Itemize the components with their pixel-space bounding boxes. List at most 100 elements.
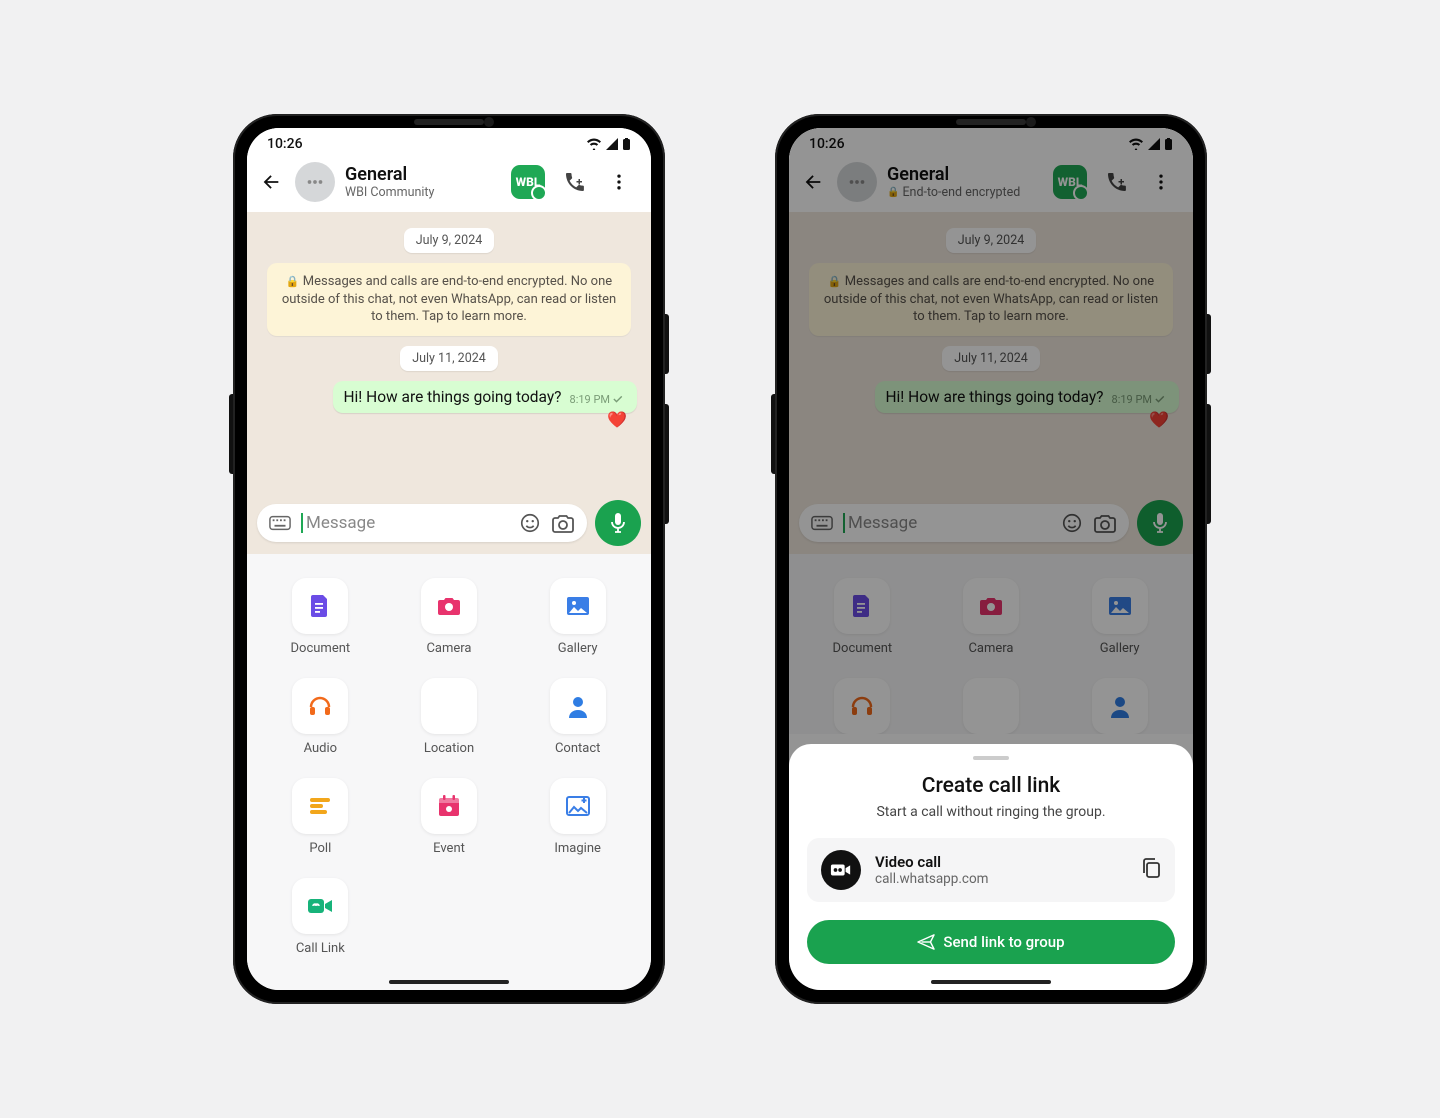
attach-imagine[interactable]: Imagine: [528, 778, 627, 856]
attach-tile: [1092, 678, 1148, 734]
attach-tile: [550, 678, 606, 734]
chat-header: General WBI Community WBL: [247, 156, 651, 212]
message-time: 8:19 PM: [570, 393, 627, 406]
attach-tile: [834, 678, 890, 734]
attach-gallery: Gallery: [1070, 578, 1169, 656]
call-button[interactable]: [561, 170, 589, 194]
status-icons: [586, 138, 631, 151]
link-icon: [821, 850, 861, 890]
attach-audio: Audio: [813, 678, 912, 734]
encryption-notice: 🔒 Messages and calls are end-to-end encr…: [809, 263, 1173, 336]
status-time: 10:26: [809, 136, 845, 152]
bottom-sheet: Create call link Start a call without ri…: [789, 744, 1193, 990]
attach-tile: [292, 678, 348, 734]
attach-tile: [292, 578, 348, 634]
attach-label: Contact: [555, 741, 600, 756]
status-icons: [1128, 138, 1173, 151]
attach-tile: [550, 778, 606, 834]
message-time: 8:19 PM: [1112, 393, 1169, 406]
attach-event[interactable]: Event: [400, 778, 499, 856]
attachment-panel: Document Camera Gallery Audio Location Contac…: [247, 554, 651, 990]
phone-left: 10:26 General WBI Community WBL July 9, …: [233, 114, 665, 1004]
attach-poll[interactable]: Poll: [271, 778, 370, 856]
wbi-badge: WBL: [1053, 165, 1087, 199]
sheet-subtitle: Start a call without ringing the group.: [807, 804, 1175, 820]
home-indicator[interactable]: [389, 980, 509, 984]
encryption-notice[interactable]: 🔒 Messages and calls are end-to-end encr…: [267, 263, 631, 336]
mic-button[interactable]: [595, 500, 641, 546]
message-text: Hi! How are things going today?: [343, 388, 561, 406]
link-title: Video call: [875, 853, 1127, 871]
more-button[interactable]: [605, 172, 633, 192]
attach-contact[interactable]: Contact: [528, 678, 627, 756]
message-input[interactable]: Message: [257, 504, 587, 542]
chat-title: General: [345, 164, 501, 185]
attach-tile: [834, 578, 890, 634]
attach-tile: [421, 578, 477, 634]
attach-gallery[interactable]: Gallery: [528, 578, 627, 656]
home-indicator[interactable]: [931, 980, 1051, 984]
date-separator: July 9, 2024: [946, 228, 1037, 253]
attach-label: Call Link: [296, 941, 345, 956]
attach-audio[interactable]: Audio: [271, 678, 370, 756]
attach-label: Document: [833, 641, 893, 656]
chat-body[interactable]: July 9, 2024 🔒 Messages and calls are en…: [247, 212, 651, 492]
attach-label: Camera: [426, 641, 471, 656]
attach-location: Location: [942, 678, 1041, 734]
call-button[interactable]: [1103, 170, 1131, 194]
status-bar: 10:26: [247, 128, 651, 156]
attach-label: Gallery: [558, 641, 598, 656]
call-link-card[interactable]: Video call call.whatsapp.com: [807, 838, 1175, 902]
copy-button[interactable]: [1141, 857, 1161, 883]
keyboard-icon[interactable]: [269, 515, 291, 531]
attach-label: Camera: [968, 641, 1013, 656]
status-bar: 10:26: [789, 128, 1193, 156]
chat-title-block[interactable]: General WBI Community: [345, 164, 501, 200]
sheet-title: Create call link: [807, 774, 1175, 798]
attach-tile: [1092, 578, 1148, 634]
heart-reaction-icon[interactable]: ❤️: [607, 410, 627, 429]
chat-body: July 9, 2024 🔒 Messages and calls are en…: [789, 212, 1193, 492]
attach-label: Poll: [309, 841, 331, 856]
group-avatar[interactable]: [295, 162, 335, 202]
chat-title-block[interactable]: General 🔒End-to-end encrypted: [887, 164, 1043, 200]
attach-location[interactable]: Location: [400, 678, 499, 756]
sheet-handle[interactable]: [973, 756, 1009, 760]
group-avatar[interactable]: [837, 162, 877, 202]
back-button[interactable]: [257, 171, 285, 193]
message-outgoing: Hi! How are things going today? 8:19 PM …: [875, 381, 1179, 413]
date-separator: July 11, 2024: [942, 346, 1040, 371]
attach-label: Audio: [304, 741, 337, 756]
date-separator: July 9, 2024: [404, 228, 495, 253]
message-outgoing[interactable]: Hi! How are things going today? 8:19 PM …: [333, 381, 637, 413]
attach-camera[interactable]: Camera: [400, 578, 499, 656]
attach-tile: [292, 878, 348, 934]
attach-camera: Camera: [942, 578, 1041, 656]
send-link-button[interactable]: Send link to group: [807, 920, 1175, 964]
attach-document: Document: [813, 578, 912, 656]
back-button[interactable]: [799, 171, 827, 193]
status-time: 10:26: [267, 136, 303, 152]
attach-label: Location: [424, 741, 474, 756]
input-placeholder: Message: [843, 513, 1051, 534]
input-row: Message: [247, 492, 651, 554]
mic-button: [1137, 500, 1183, 546]
attach-label: Gallery: [1100, 641, 1140, 656]
emoji-icon[interactable]: [519, 512, 541, 534]
more-button[interactable]: [1147, 172, 1175, 192]
phone-right: 10:26 General 🔒End-to-end encrypted WBL …: [775, 114, 1207, 1004]
input-row: Message: [789, 492, 1193, 554]
attach-tile: [292, 778, 348, 834]
message-input: Message: [799, 504, 1129, 542]
chat-subtitle: WBI Community: [345, 185, 501, 200]
attachment-panel: DocumentCameraGalleryAudioLocationContac…: [789, 554, 1193, 734]
keyboard-icon: [811, 515, 833, 531]
chat-header: General 🔒End-to-end encrypted WBL: [789, 156, 1193, 212]
emoji-icon: [1061, 512, 1083, 534]
camera-icon[interactable]: [551, 512, 575, 534]
attach-document[interactable]: Document: [271, 578, 370, 656]
chat-subtitle: 🔒End-to-end encrypted: [887, 185, 1043, 200]
camera-icon: [1093, 512, 1117, 534]
attach-call-link[interactable]: Call Link: [271, 878, 370, 956]
attach-tile: [421, 678, 477, 734]
